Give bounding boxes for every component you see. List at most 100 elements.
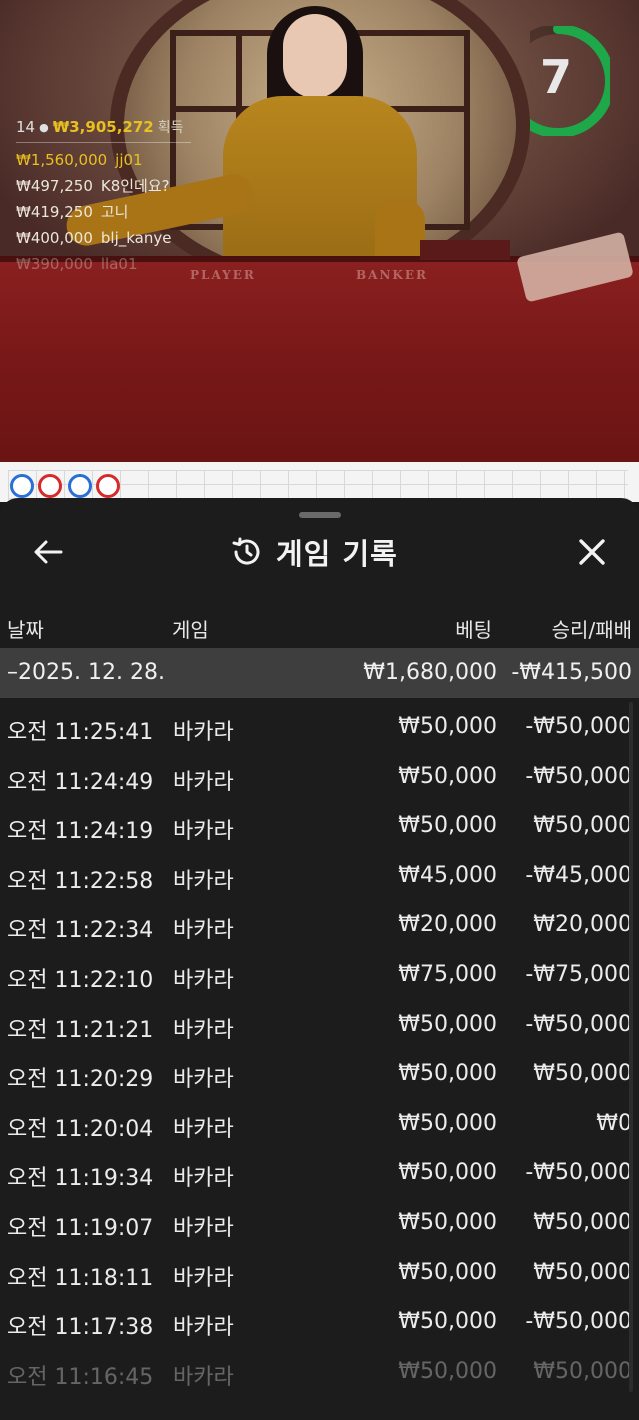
history-row[interactable]: 오전 11:19:07 바카라 ₩50,000 ₩50,000 [0,1198,639,1248]
row-result: -₩45,000 [525,862,632,888]
roadmap-banker-mark [96,474,120,498]
history-row[interactable]: 오전 11:22:58 바카라 ₩45,000 -₩45,000 [0,851,639,901]
winner-row: ₩400,000 blj_kanye [16,225,226,251]
row-result: ₩50,000 [533,1358,632,1384]
sheet-title: 게임 기록 [276,537,398,571]
history-row[interactable]: 오전 11:20:29 바카라 ₩50,000 ₩50,000 [0,1049,639,1099]
history-row[interactable]: 오전 11:24:49 바카라 ₩50,000 -₩50,000 [0,752,639,802]
live-video[interactable]: PLAYER BANKER 7 14 ● ₩3,905,272 획득 ₩1,56… [0,0,639,462]
row-bet: ₩75,000 [398,961,497,987]
row-time: 오전 11:22:34 [7,918,154,944]
winner-amount: ₩419,250 [16,203,93,221]
row-game: 바카라 [173,720,234,745]
arrow-left-icon [34,540,63,564]
scrollbar[interactable] [629,702,633,1392]
row-game: 바카라 [173,1364,234,1390]
row-bet: ₩50,000 [398,813,497,839]
row-bet: ₩50,000 [398,1110,497,1136]
row-result: -₩50,000 [525,1011,632,1037]
row-bet: ₩50,000 [398,1259,497,1285]
row-time: 오전 11:17:38 [7,1315,154,1341]
winner-row: ₩390,000 lla01 [16,251,226,277]
winner-count: 14 [16,118,36,136]
row-bet: ₩50,000 [398,714,497,739]
column-game: 게임 [172,618,209,642]
row-game: 바카라 [173,1067,234,1093]
row-game: 바카라 [173,918,234,944]
row-result: -₩50,000 [525,1160,632,1186]
row-game: 바카라 [173,1116,234,1142]
history-row[interactable]: 오전 11:19:34 바카라 ₩50,000 -₩50,000 [0,1148,639,1198]
history-row[interactable]: 오전 11:17:38 바카라 ₩50,000 -₩50,000 [0,1297,639,1347]
row-game: 바카라 [173,1166,234,1192]
winners-panel: 14 ● ₩3,905,272 획득 ₩1,560,000 jj01 ₩497,25… [16,116,226,277]
winner-name: blj_kanye [100,229,172,247]
row-game: 바카라 [173,1017,234,1043]
winner-amount: ₩497,250 [16,177,93,195]
winner-row: ₩497,250 K8인데요? [16,173,226,199]
close-icon [579,539,605,565]
history-row[interactable]: 오전 11:20:04 바카라 ₩50,000 ₩0 [0,1099,639,1149]
history-row[interactable]: 오전 11:22:10 바카라 ₩75,000 -₩75,000 [0,950,639,1000]
winners-total-label: 획득 [157,120,184,136]
winners-total: ₩3,905,272 [52,118,154,136]
row-bet: ₩50,000 [398,1358,497,1384]
row-result: ₩50,000 [533,1209,632,1235]
row-time: 오전 11:22:58 [7,868,154,894]
roadmap-player-mark [10,474,34,498]
date-group-toggle[interactable]: –2025. 12. 28. [7,660,165,685]
winners-summary: 14 ● ₩3,905,272 획득 [16,116,226,138]
row-result: ₩20,000 [533,912,632,938]
date-group-row[interactable]: –2025. 12. 28. ₩1,680,000 -₩415,500 [0,648,639,698]
row-time: 오전 11:24:49 [7,769,154,795]
table-label-banker: BANKER [356,268,428,282]
roadmap-strip[interactable] [0,462,639,502]
row-result: -₩50,000 [525,763,632,789]
row-game: 바카라 [173,1215,234,1241]
row-bet: ₩50,000 [398,1011,497,1037]
winner-name: lla01 [100,255,138,273]
history-row[interactable]: 오전 11:16:45 바카라 ₩50,000 ₩50,000 [0,1347,639,1397]
row-bet: ₩45,000 [398,862,497,888]
row-bet: ₩50,000 [398,763,497,789]
back-button[interactable] [28,534,68,570]
game-history-sheet: 게임 기록 날짜 게임 베팅 승리/패배 –2025. 12. 28. ₩1,6… [0,498,639,1420]
row-time: 오전 11:22:10 [7,967,154,993]
history-row[interactable]: 오전 11:22:34 바카라 ₩20,000 ₩20,000 [0,900,639,950]
close-button[interactable] [570,534,614,570]
winner-row: ₩1,560,000 jj01 [16,147,226,173]
history-row[interactable]: 오전 11:25:41 바카라 ₩50,000 -₩50,000 [0,702,639,752]
column-result: 승리/패배 [551,618,632,642]
history-list[interactable]: 오전 11:25:41 바카라 ₩50,000 -₩50,000 오전 11:24:49… [0,702,639,1396]
date-group-result-total: -₩415,500 [511,660,632,685]
sheet-header: 게임 기록 [0,520,639,586]
row-result: -₩75,000 [525,961,632,987]
row-time: 오전 11:24:19 [7,819,154,845]
collapse-dash-icon: – [7,660,18,685]
history-row[interactable]: 오전 11:18:11 바카라 ₩50,000 ₩50,000 [0,1248,639,1298]
row-time: 오전 11:20:29 [7,1067,154,1093]
winner-amount: ₩1,560,000 [16,151,108,169]
winner-row: ₩419,250 고니 [16,199,226,225]
row-result: -₩50,000 [525,714,632,739]
roadmap-player-mark [68,474,92,498]
row-game: 바카라 [173,967,234,993]
row-result: ₩0 [596,1110,632,1136]
history-clock-icon [232,537,260,565]
winner-name: K8인데요? [100,177,170,195]
row-game: 바카라 [173,1315,234,1341]
card-tray [420,240,510,260]
row-bet: ₩50,000 [398,1309,497,1335]
winner-name: 고니 [100,203,129,221]
countdown-seconds: 7 [539,50,572,104]
row-result: ₩50,000 [533,813,632,839]
history-row[interactable]: 오전 11:21:21 바카라 ₩50,000 -₩50,000 [0,1000,639,1050]
history-row[interactable]: 오전 11:24:19 바카라 ₩50,000 ₩50,000 [0,801,639,851]
winner-amount: ₩400,000 [16,229,93,247]
row-time: 오전 11:19:07 [7,1215,154,1241]
winner-name: jj01 [115,151,143,169]
sheet-drag-handle[interactable] [299,512,341,518]
row-time: 오전 11:25:41 [7,720,154,745]
row-game: 바카라 [173,868,234,894]
person-icon: ● [39,120,49,134]
